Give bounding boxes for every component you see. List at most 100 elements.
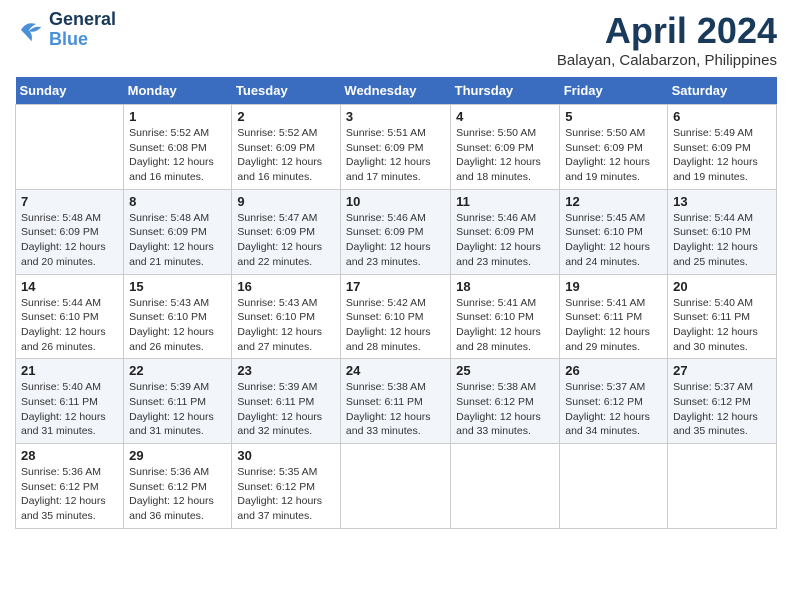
day-info: Sunrise: 5:48 AM Sunset: 6:09 PM Dayligh… (129, 211, 226, 270)
weekday-header-friday: Friday (560, 77, 668, 105)
day-number: 15 (129, 279, 226, 294)
calendar-cell: 8 Sunrise: 5:48 AM Sunset: 6:09 PM Daylig… (124, 189, 232, 274)
day-info: Sunrise: 5:44 AM Sunset: 6:10 PM Dayligh… (21, 296, 118, 355)
weekday-header-saturday: Saturday (668, 77, 777, 105)
day-info: Sunrise: 5:45 AM Sunset: 6:10 PM Dayligh… (565, 211, 662, 270)
day-number: 6 (673, 109, 771, 124)
day-number: 30 (237, 448, 335, 463)
calendar-cell: 9 Sunrise: 5:47 AM Sunset: 6:09 PM Daylig… (232, 189, 341, 274)
weekday-header-wednesday: Wednesday (340, 77, 450, 105)
weekday-header-thursday: Thursday (451, 77, 560, 105)
day-info: Sunrise: 5:47 AM Sunset: 6:09 PM Dayligh… (237, 211, 335, 270)
day-number: 9 (237, 194, 335, 209)
day-info: Sunrise: 5:52 AM Sunset: 6:09 PM Dayligh… (237, 126, 335, 185)
calendar-cell: 17 Sunrise: 5:42 AM Sunset: 6:10 PM Dayli… (340, 274, 450, 359)
day-number: 25 (456, 363, 554, 378)
calendar-cell (560, 444, 668, 529)
day-info: Sunrise: 5:37 AM Sunset: 6:12 PM Dayligh… (673, 380, 771, 439)
day-info: Sunrise: 5:43 AM Sunset: 6:10 PM Dayligh… (129, 296, 226, 355)
day-info: Sunrise: 5:43 AM Sunset: 6:10 PM Dayligh… (237, 296, 335, 355)
calendar-cell: 1 Sunrise: 5:52 AM Sunset: 6:08 PM Daylig… (124, 105, 232, 190)
day-number: 8 (129, 194, 226, 209)
day-number: 2 (237, 109, 335, 124)
calendar-week-row: 21 Sunrise: 5:40 AM Sunset: 6:11 PM Dayli… (16, 359, 777, 444)
day-info: Sunrise: 5:38 AM Sunset: 6:12 PM Dayligh… (456, 380, 554, 439)
day-number: 21 (21, 363, 118, 378)
calendar-cell: 26Sunrise: 5:37 AM Sunset: 6:12 PM Dayli… (560, 359, 668, 444)
day-number: 7 (21, 194, 118, 209)
day-info: Sunrise: 5:46 AM Sunset: 6:09 PM Dayligh… (346, 211, 445, 270)
day-info: Sunrise: 5:50 AM Sunset: 6:09 PM Dayligh… (456, 126, 554, 185)
day-number: 23 (237, 363, 335, 378)
calendar-cell: 29Sunrise: 5:36 AM Sunset: 6:12 PM Dayli… (124, 444, 232, 529)
day-number: 13 (673, 194, 771, 209)
day-number: 28 (21, 448, 118, 463)
location-label: Balayan, Calabarzon, Philippines (557, 52, 777, 69)
day-number: 22 (129, 363, 226, 378)
calendar-cell: 3Sunrise: 5:51 AM Sunset: 6:09 PM Daylig… (340, 105, 450, 190)
day-number: 16 (237, 279, 335, 294)
calendar-cell: 6 Sunrise: 5:49 AM Sunset: 6:09 PM Daylig… (668, 105, 777, 190)
calendar-table: SundayMondayTuesdayWednesdayThursdayFrid… (15, 77, 777, 529)
calendar-cell: 19Sunrise: 5:41 AM Sunset: 6:11 PM Dayli… (560, 274, 668, 359)
calendar-cell: 24 Sunrise: 5:38 AM Sunset: 6:11 PM Dayli… (340, 359, 450, 444)
day-info: Sunrise: 5:36 AM Sunset: 6:12 PM Dayligh… (21, 465, 118, 524)
day-info: Sunrise: 5:38 AM Sunset: 6:11 PM Dayligh… (346, 380, 445, 439)
calendar-cell: 30 Sunrise: 5:35 AM Sunset: 6:12 PM Dayli… (232, 444, 341, 529)
day-info: Sunrise: 5:41 AM Sunset: 6:10 PM Dayligh… (456, 296, 554, 355)
day-number: 20 (673, 279, 771, 294)
day-info: Sunrise: 5:39 AM Sunset: 6:11 PM Dayligh… (129, 380, 226, 439)
calendar-cell: 15 Sunrise: 5:43 AM Sunset: 6:10 PM Dayli… (124, 274, 232, 359)
calendar-cell: 21 Sunrise: 5:40 AM Sunset: 6:11 PM Dayli… (16, 359, 124, 444)
day-info: Sunrise: 5:49 AM Sunset: 6:09 PM Dayligh… (673, 126, 771, 185)
day-number: 4 (456, 109, 554, 124)
day-info: Sunrise: 5:52 AM Sunset: 6:08 PM Dayligh… (129, 126, 226, 185)
weekday-header-monday: Monday (124, 77, 232, 105)
day-number: 29 (129, 448, 226, 463)
calendar-cell: 12 Sunrise: 5:45 AM Sunset: 6:10 PM Dayli… (560, 189, 668, 274)
calendar-week-row: 1 Sunrise: 5:52 AM Sunset: 6:08 PM Daylig… (16, 105, 777, 190)
day-number: 17 (346, 279, 445, 294)
calendar-cell: 16 Sunrise: 5:43 AM Sunset: 6:10 PM Dayli… (232, 274, 341, 359)
day-info: Sunrise: 5:46 AM Sunset: 6:09 PM Dayligh… (456, 211, 554, 270)
day-info: Sunrise: 5:42 AM Sunset: 6:10 PM Dayligh… (346, 296, 445, 355)
logo-icon (15, 15, 45, 45)
day-number: 19 (565, 279, 662, 294)
logo-line2: Blue (49, 30, 116, 50)
calendar-cell: 11Sunrise: 5:46 AM Sunset: 6:09 PM Dayli… (451, 189, 560, 274)
day-info: Sunrise: 5:50 AM Sunset: 6:09 PM Dayligh… (565, 126, 662, 185)
day-number: 12 (565, 194, 662, 209)
calendar-cell (16, 105, 124, 190)
logo-line1: General (49, 10, 116, 30)
calendar-cell: 18 Sunrise: 5:41 AM Sunset: 6:10 PM Dayli… (451, 274, 560, 359)
day-info: Sunrise: 5:40 AM Sunset: 6:11 PM Dayligh… (21, 380, 118, 439)
weekday-header-sunday: Sunday (16, 77, 124, 105)
calendar-cell: 14Sunrise: 5:44 AM Sunset: 6:10 PM Dayli… (16, 274, 124, 359)
weekday-header-row: SundayMondayTuesdayWednesdayThursdayFrid… (16, 77, 777, 105)
page-header: General Blue April 2024 Balayan, Calabar… (15, 10, 777, 69)
day-number: 26 (565, 363, 662, 378)
calendar-cell: 4 Sunrise: 5:50 AM Sunset: 6:09 PM Daylig… (451, 105, 560, 190)
title-block: April 2024 Balayan, Calabarzon, Philippi… (557, 10, 777, 69)
calendar-week-row: 7 Sunrise: 5:48 AM Sunset: 6:09 PM Daylig… (16, 189, 777, 274)
calendar-cell: 27Sunrise: 5:37 AM Sunset: 6:12 PM Dayli… (668, 359, 777, 444)
day-info: Sunrise: 5:40 AM Sunset: 6:11 PM Dayligh… (673, 296, 771, 355)
day-info: Sunrise: 5:44 AM Sunset: 6:10 PM Dayligh… (673, 211, 771, 270)
calendar-cell (340, 444, 450, 529)
calendar-week-row: 14Sunrise: 5:44 AM Sunset: 6:10 PM Dayli… (16, 274, 777, 359)
calendar-cell (668, 444, 777, 529)
weekday-header-tuesday: Tuesday (232, 77, 341, 105)
calendar-cell: 28 Sunrise: 5:36 AM Sunset: 6:12 PM Dayli… (16, 444, 124, 529)
day-number: 5 (565, 109, 662, 124)
day-number: 18 (456, 279, 554, 294)
day-number: 24 (346, 363, 445, 378)
logo: General Blue (15, 10, 116, 50)
calendar-week-row: 28 Sunrise: 5:36 AM Sunset: 6:12 PM Dayli… (16, 444, 777, 529)
day-number: 1 (129, 109, 226, 124)
calendar-cell: 23 Sunrise: 5:39 AM Sunset: 6:11 PM Dayli… (232, 359, 341, 444)
day-info: Sunrise: 5:35 AM Sunset: 6:12 PM Dayligh… (237, 465, 335, 524)
day-info: Sunrise: 5:39 AM Sunset: 6:11 PM Dayligh… (237, 380, 335, 439)
day-number: 10 (346, 194, 445, 209)
calendar-cell: 10 Sunrise: 5:46 AM Sunset: 6:09 PM Dayli… (340, 189, 450, 274)
day-info: Sunrise: 5:48 AM Sunset: 6:09 PM Dayligh… (21, 211, 118, 270)
